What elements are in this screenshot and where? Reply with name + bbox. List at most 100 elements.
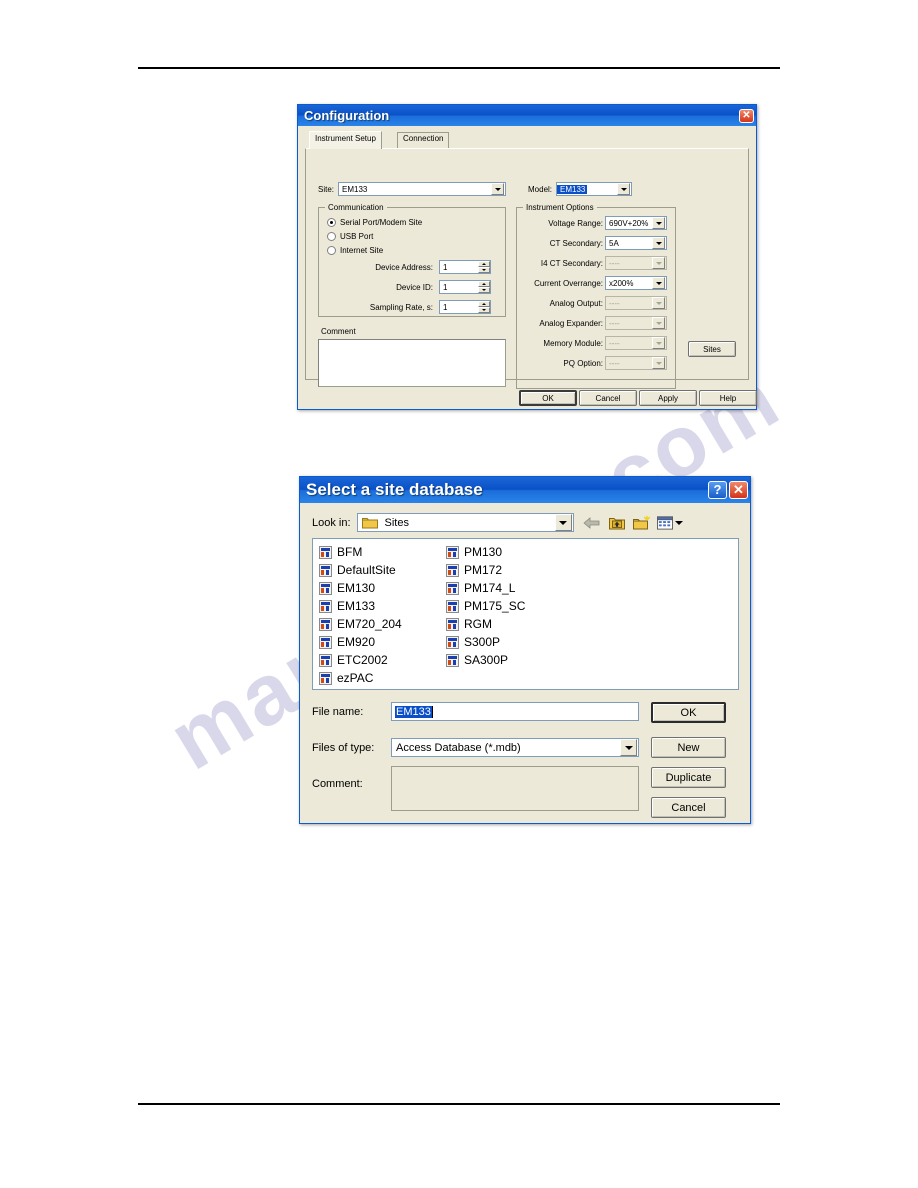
communication-group-label: Communication xyxy=(325,203,387,212)
list-item[interactable]: PM130 xyxy=(444,543,571,561)
close-icon[interactable]: ✕ xyxy=(729,481,748,499)
configuration-titlebar: Configuration ✕ xyxy=(298,105,756,126)
device-address-stepper[interactable]: 1 xyxy=(439,260,491,274)
analog-expander-value: ---- xyxy=(609,318,620,328)
mdb-file-icon xyxy=(446,563,459,577)
memory-module-value: ---- xyxy=(609,338,620,348)
sampling-rate-stepper[interactable]: 1 xyxy=(439,300,491,314)
look-in-combo[interactable]: Sites xyxy=(356,513,574,532)
comment-group-label: Comment xyxy=(318,327,359,336)
help-button[interactable]: Help xyxy=(699,390,757,406)
list-item[interactable]: PM174_L xyxy=(444,579,571,597)
voltage-range-combo[interactable]: 690V+20% xyxy=(605,216,667,230)
list-item[interactable]: RGM xyxy=(444,615,571,633)
chevron-down-icon[interactable] xyxy=(554,514,572,531)
list-item[interactable]: DefaultSite xyxy=(317,561,444,579)
file-name-input[interactable]: EM133 xyxy=(391,702,639,721)
cancel-button[interactable]: Cancel xyxy=(579,390,637,406)
chevron-down-icon[interactable] xyxy=(491,183,504,195)
chevron-down-icon[interactable] xyxy=(652,277,665,289)
list-item-label: PM175_SC xyxy=(464,599,526,613)
stepper-buttons[interactable] xyxy=(478,281,490,293)
list-item-label: EM720_204 xyxy=(337,617,402,631)
mdb-file-icon xyxy=(446,599,459,613)
current-overrange-combo[interactable]: x200% xyxy=(605,276,667,290)
ok-button[interactable]: OK xyxy=(519,390,577,406)
sites-button[interactable]: Sites xyxy=(688,341,736,357)
cancel-button[interactable]: Cancel xyxy=(651,797,726,818)
list-item[interactable]: PM175_SC xyxy=(444,597,571,615)
radio-serial-port[interactable]: Serial Port/Modem Site xyxy=(327,218,422,227)
list-item[interactable]: S300P xyxy=(444,633,571,651)
views-icon[interactable] xyxy=(656,513,683,532)
mdb-file-icon xyxy=(446,635,459,649)
duplicate-button[interactable]: Duplicate xyxy=(651,767,726,788)
list-item[interactable]: ezPAC xyxy=(317,669,444,687)
mdb-file-icon xyxy=(319,653,332,667)
chevron-down-icon[interactable] xyxy=(617,183,630,195)
apply-button[interactable]: Apply xyxy=(639,390,697,406)
tab-instrument-setup[interactable]: Instrument Setup xyxy=(309,131,382,149)
list-item[interactable]: EM133 xyxy=(317,597,444,615)
i4-ct-secondary-label: I4 CT Secondary: xyxy=(540,259,603,268)
voltage-range-label: Voltage Range: xyxy=(548,219,603,228)
configuration-tabstrip: Instrument Setup Connection xyxy=(305,131,749,149)
list-item[interactable]: PM172 xyxy=(444,561,571,579)
device-address-value: 1 xyxy=(443,262,448,272)
site-combo[interactable]: EM133 xyxy=(338,182,506,196)
mdb-file-icon xyxy=(319,581,332,595)
chevron-down-icon[interactable] xyxy=(674,520,683,525)
radio-usb-port[interactable]: USB Port xyxy=(327,232,373,241)
configuration-title-buttons: ✕ xyxy=(739,108,754,123)
i4-ct-secondary-value: ---- xyxy=(609,258,620,268)
chevron-down-icon xyxy=(652,257,665,269)
list-item[interactable]: BFM xyxy=(317,543,444,561)
help-icon[interactable]: ? xyxy=(708,481,727,499)
list-item[interactable]: EM720_204 xyxy=(317,615,444,633)
stepper-buttons[interactable] xyxy=(478,261,490,273)
list-item[interactable]: EM130 xyxy=(317,579,444,597)
voltage-range-value: 690V+20% xyxy=(609,218,649,228)
chevron-down-icon[interactable] xyxy=(652,217,665,229)
select-dialog-title-buttons: ? ✕ xyxy=(708,481,748,499)
close-icon[interactable]: ✕ xyxy=(739,108,754,123)
select-dialog-body: Look in: Sites BFM DefaultSite EM130 EM1… xyxy=(303,506,747,820)
instrument-options-group-label: Instrument Options xyxy=(523,203,597,212)
files-of-type-value: Access Database (*.mdb) xyxy=(396,741,521,754)
current-overrange-label: Current Overrange: xyxy=(534,279,603,288)
up-one-level-icon[interactable] xyxy=(607,513,627,532)
configuration-dialog: Configuration ✕ Instrument Setup Connect… xyxy=(297,104,757,410)
chevron-down-icon[interactable] xyxy=(652,237,665,249)
files-of-type-combo[interactable]: Access Database (*.mdb) xyxy=(391,738,639,757)
file-list[interactable]: BFM DefaultSite EM130 EM133 EM720_204 EM… xyxy=(312,538,739,690)
tab-connection[interactable]: Connection xyxy=(397,132,450,148)
ok-button[interactable]: OK xyxy=(651,702,726,723)
device-id-stepper[interactable]: 1 xyxy=(439,280,491,294)
files-of-type-label: Files of type: xyxy=(312,742,375,754)
pq-option-value: ---- xyxy=(609,358,620,368)
list-item[interactable]: ETC2002 xyxy=(317,651,444,669)
model-combo[interactable]: EM133 xyxy=(556,182,632,196)
comment-textarea[interactable] xyxy=(318,339,506,387)
mdb-file-icon xyxy=(319,599,332,613)
pq-option-combo: ---- xyxy=(605,356,667,370)
list-item[interactable]: SA300P xyxy=(444,651,571,669)
ct-secondary-combo[interactable]: 5A xyxy=(605,236,667,250)
back-arrow-icon[interactable] xyxy=(582,513,602,532)
comment-input[interactable] xyxy=(391,766,639,811)
sampling-rate-value: 1 xyxy=(443,302,448,312)
list-item-label: ezPAC xyxy=(337,671,374,685)
stepper-buttons[interactable] xyxy=(478,301,490,313)
chevron-down-icon xyxy=(652,317,665,329)
configuration-title: Configuration xyxy=(304,108,390,123)
radio-internet-site[interactable]: Internet Site xyxy=(327,246,383,255)
memory-module-label: Memory Module: xyxy=(543,339,603,348)
radio-internet-site-label: Internet Site xyxy=(340,246,384,255)
page-header-rule xyxy=(138,67,780,69)
list-item[interactable]: EM920 xyxy=(317,633,444,651)
site-value: EM133 xyxy=(342,184,368,194)
new-folder-icon[interactable] xyxy=(632,513,652,532)
new-button[interactable]: New xyxy=(651,737,726,758)
chevron-down-icon[interactable] xyxy=(620,739,637,756)
memory-module-combo: ---- xyxy=(605,336,667,350)
